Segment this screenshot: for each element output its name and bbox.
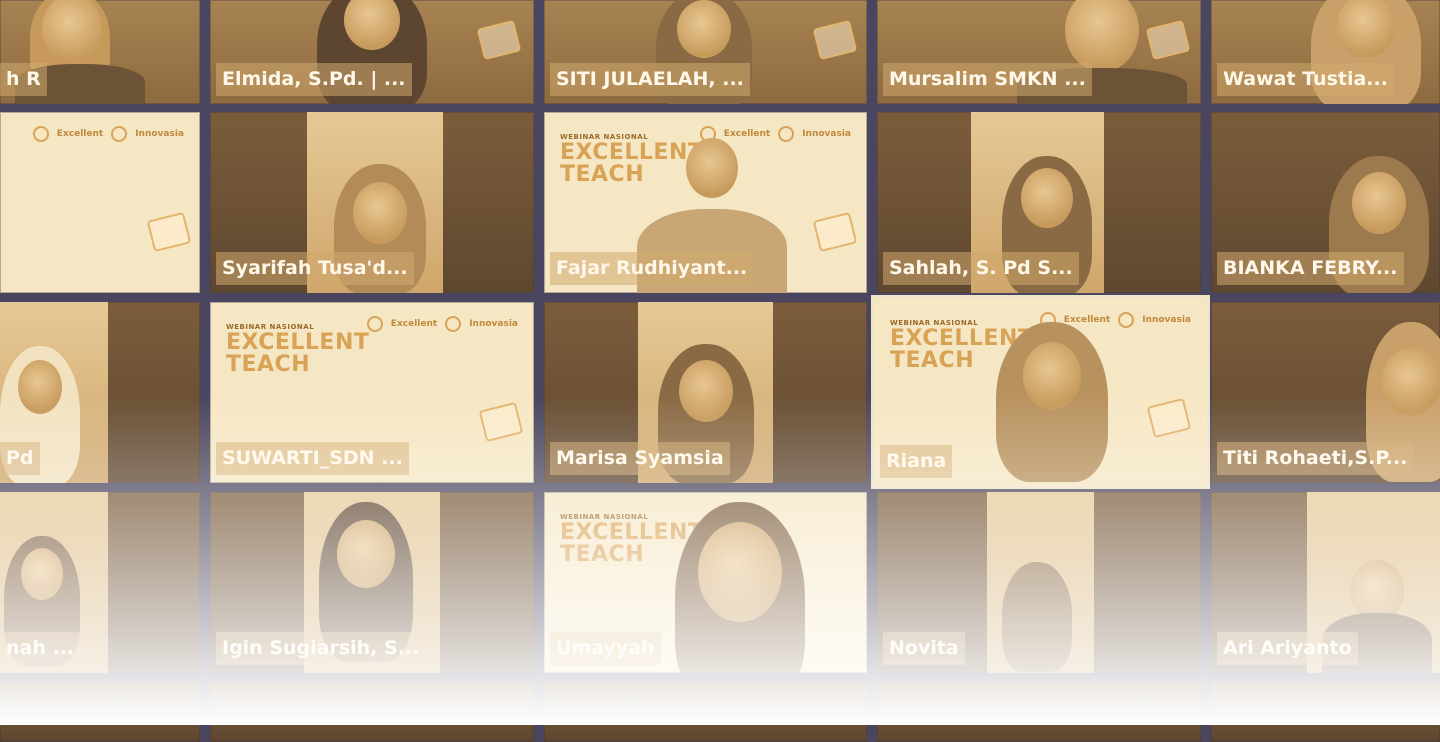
participant-name: Fajar Rudhiyant... [550, 252, 754, 285]
participant-tile[interactable]: WEBINAR NASIONAL EXCELLENT TEACH Excelle… [210, 302, 534, 483]
participant-name: Marisa Syamsia [550, 442, 730, 475]
participant-tile[interactable]: WEBINAR NASIONAL EXCELLENT TEACH Excelle… [544, 112, 867, 293]
participant-tile[interactable] [877, 682, 1201, 742]
participant-name: Pd [0, 442, 40, 475]
participant-tile[interactable] [1211, 682, 1440, 742]
participant-name: Novita [883, 632, 965, 665]
participant-name: BIANKA FEBRY... [1217, 252, 1404, 285]
participant-tile[interactable]: Syarifah Tusa'd... [210, 112, 534, 293]
participant-name: Umayyah [550, 632, 661, 665]
participant-name: SITI JULAELAH, ... [550, 63, 750, 96]
participant-tile[interactable]: Mursalim SMKN ... [877, 0, 1201, 104]
participant-tile[interactable] [0, 682, 200, 742]
slide-title: WEBINAR NASIONAL EXCELLENT TEACH [226, 323, 370, 377]
participant-tile[interactable]: h R [0, 0, 200, 104]
participant-name: Wawat Tustia... [1217, 63, 1394, 96]
participant-tile[interactable] [210, 682, 534, 742]
participant-name: SUWARTI_SDN ... [216, 442, 409, 475]
participant-tile-active-speaker[interactable]: WEBINAR NASIONAL EXCELLENT TEACH Excelle… [874, 298, 1207, 486]
participant-tile[interactable]: Excellent Innovasia [0, 112, 200, 293]
participant-name: nah ... [0, 632, 81, 665]
participant-name: Igin Sugiarsih, S... [216, 632, 426, 665]
participant-tile[interactable]: Novita [877, 492, 1201, 673]
decor-icon [1145, 19, 1191, 61]
participant-tile[interactable] [544, 682, 867, 742]
participant-tile[interactable]: SITI JULAELAH, ... [544, 0, 867, 104]
participant-tile[interactable]: Elmida, S.Pd. | ... [210, 0, 534, 104]
participant-name: h R [0, 63, 47, 96]
video-grid: h R Elmida, S.Pd. | ... SITI JULAELAH, .… [0, 0, 1440, 742]
participant-name: Ari Ariyanto [1217, 632, 1358, 665]
participant-tile[interactable]: Marisa Syamsia [544, 302, 867, 483]
participant-tile[interactable]: Ari Ariyanto [1211, 492, 1440, 673]
participant-tile[interactable]: Titi Rohaeti,S.P... [1211, 302, 1440, 483]
decor-icon [812, 19, 858, 61]
decor-icon [478, 401, 524, 443]
participant-tile[interactable]: BIANKA FEBRY... [1211, 112, 1440, 293]
slide-title: WEBINAR NASIONAL EXCELLENT TEACH [560, 513, 704, 567]
participant-name: Mursalim SMKN ... [883, 63, 1092, 96]
decor-icon [476, 19, 522, 61]
participant-tile[interactable]: Pd [0, 302, 200, 483]
participant-tile[interactable]: nah ... [0, 492, 200, 673]
decor-icon [1146, 397, 1192, 439]
decor-icon [146, 211, 192, 253]
participant-tile[interactable]: WEBINAR NASIONAL EXCELLENT TEACH Umayyah [544, 492, 867, 673]
decor-icon [812, 211, 858, 253]
participant-name: Elmida, S.Pd. | ... [216, 63, 412, 96]
participant-tile[interactable]: Sahlah, S. Pd S... [877, 112, 1201, 293]
participant-name: Titi Rohaeti,S.P... [1217, 442, 1414, 475]
slide-logos: Excellent Innovasia [32, 126, 184, 142]
slide-title: WEBINAR NASIONAL EXCELLENT TEACH [890, 319, 1034, 373]
participant-name: Sahlah, S. Pd S... [883, 252, 1079, 285]
participant-tile[interactable]: Wawat Tustia... [1211, 0, 1440, 104]
slide-logos: Excellent Innovasia [366, 316, 518, 332]
slide-title: WEBINAR NASIONAL EXCELLENT TEACH [560, 133, 704, 187]
participant-name: Syarifah Tusa'd... [216, 252, 414, 285]
participant-tile[interactable]: Igin Sugiarsih, S... [210, 492, 534, 673]
participant-name: Riana [880, 445, 953, 478]
